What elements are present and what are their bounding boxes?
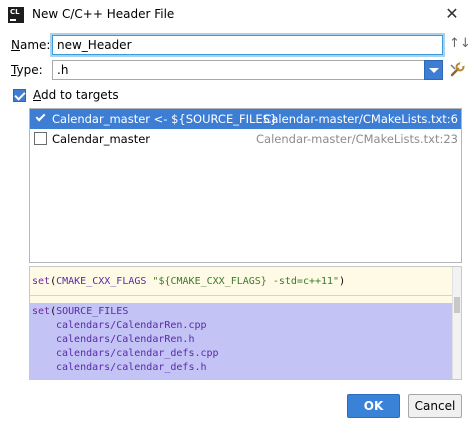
type-select-value: .h bbox=[57, 63, 69, 77]
close-icon[interactable]: ✕ bbox=[442, 4, 462, 24]
code-keyword: set bbox=[32, 276, 51, 287]
targets-list: Calendar_master <- ${SOURCE_FILES} Calen… bbox=[29, 108, 462, 263]
code-divider bbox=[30, 295, 453, 296]
scrollbar-thumb[interactable] bbox=[454, 297, 460, 313]
target-path: Calendar-master/CMakeLists.txt:23 bbox=[256, 132, 458, 146]
name-input[interactable]: new_Header bbox=[52, 35, 443, 55]
code-file: calendars/CalendarRen.cpp bbox=[56, 320, 207, 331]
code-file: calendars/CalendarRen.h bbox=[56, 334, 195, 345]
code-scrollbar[interactable] bbox=[452, 267, 461, 379]
code-keyword: set bbox=[32, 306, 51, 317]
name-label-text: ame: bbox=[19, 38, 51, 52]
code-line: calendars/CalendarRen.h bbox=[30, 333, 453, 347]
name-label-mnemonic: N bbox=[11, 38, 20, 52]
type-label-text: ype: bbox=[16, 63, 43, 77]
code-file: calendars/calendar_defs.cpp bbox=[56, 348, 219, 359]
add-targets-text: dd to targets bbox=[41, 88, 119, 102]
code-line: calendars/CalendarRen.cpp bbox=[30, 319, 453, 333]
add-targets-mnemonic: A bbox=[33, 88, 41, 102]
case-sensitive-icon[interactable]: ↑↓ bbox=[449, 36, 471, 51]
add-to-targets-label: Add to targets bbox=[33, 88, 119, 102]
target-name: Calendar_master bbox=[52, 132, 151, 146]
add-to-targets-option[interactable]: Add to targets bbox=[13, 88, 119, 102]
target-checkmark-icon[interactable] bbox=[35, 111, 46, 122]
code-file: calendars/calendar_defs.h bbox=[56, 362, 207, 373]
name-label: Name: bbox=[11, 38, 50, 52]
chevron-down-icon[interactable] bbox=[424, 60, 443, 80]
code-line: calendars/calendar_defs.h bbox=[30, 361, 453, 375]
code-string: "${CMAKE_CXX_FLAGS} -std=c++11" bbox=[146, 276, 340, 287]
code-paren: ) bbox=[339, 276, 346, 287]
ok-button[interactable]: OK bbox=[347, 394, 400, 418]
wrench-settings-icon[interactable] bbox=[448, 61, 466, 79]
add-to-targets-checkbox[interactable] bbox=[13, 88, 26, 102]
code-line: set(CMAKE_CXX_FLAGS "${CMAKE_CXX_FLAGS} … bbox=[30, 275, 453, 289]
code-line: set(SOURCE_FILES bbox=[30, 305, 453, 319]
code-variable: CMAKE_CXX_FLAGS bbox=[56, 276, 147, 287]
target-name: Calendar_master <- ${SOURCE_FILES} bbox=[52, 112, 278, 126]
title-bar: CL New C/C++ Header File ✕ bbox=[0, 0, 474, 30]
target-row[interactable]: Calendar_master Calendar-master/CMakeLis… bbox=[30, 129, 461, 149]
app-icon-text: CL bbox=[10, 8, 20, 16]
window-title: New C/C++ Header File bbox=[32, 7, 175, 21]
code-variable: SOURCE_FILES bbox=[56, 306, 129, 317]
cancel-button[interactable]: Cancel bbox=[408, 394, 462, 418]
target-checkbox[interactable] bbox=[34, 132, 47, 145]
target-path: Calendar-master/CMakeLists.txt:6 bbox=[263, 112, 458, 126]
type-select[interactable]: .h bbox=[52, 60, 443, 80]
code-line: calendars/calendar_defs.cpp bbox=[30, 347, 453, 361]
clion-app-icon: CL bbox=[8, 7, 24, 23]
target-row[interactable]: Calendar_master <- ${SOURCE_FILES} Calen… bbox=[30, 109, 461, 129]
type-label: Type: bbox=[11, 63, 43, 77]
cmake-preview: set(CMAKE_CXX_FLAGS "${CMAKE_CXX_FLAGS} … bbox=[29, 266, 462, 380]
